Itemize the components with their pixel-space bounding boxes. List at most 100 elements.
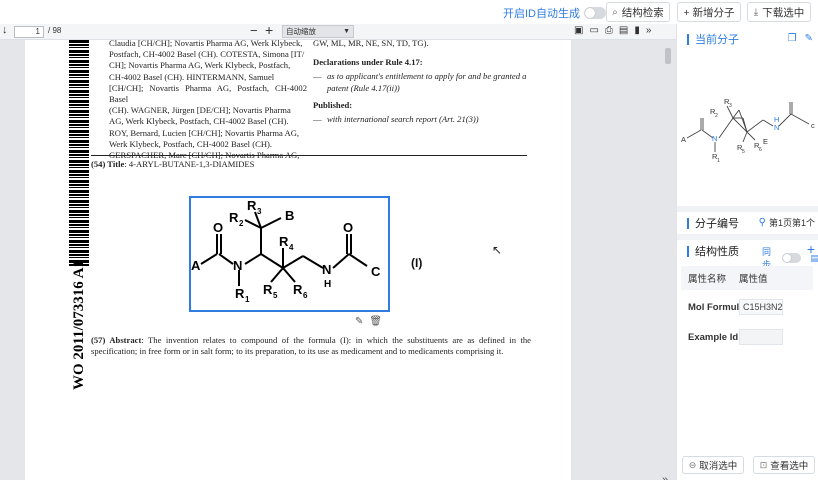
molecule-id-title: 分子编号 (695, 218, 739, 230)
view-selection-button[interactable]: ⊡ 查看选中 (753, 456, 815, 474)
structure-actions: ✎ 🗑 (355, 316, 382, 327)
document-scrollbar[interactable] (665, 48, 671, 64)
declarations-heading: Declarations under Rule 4.17: (313, 57, 423, 68)
atom-r4-sub: 4 (289, 243, 294, 252)
right-column: GW, ML, MR, NE, SN, TD, TG). Declaration… (313, 40, 533, 125)
mini-atom-n2: N (774, 123, 779, 132)
abstract-text: : The invention relates to compound of t… (91, 335, 531, 356)
mouse-cursor-icon: ↖ (492, 243, 503, 257)
atom-r4: R (279, 234, 289, 249)
zoom-value: 自动缩放 (286, 27, 316, 36)
mini-atom-r3-sub: 3 (729, 103, 732, 109)
prop-name-header: 属性名称 (688, 274, 727, 285)
add-molecule-button[interactable]: + 新增分子 (677, 2, 741, 22)
property-table-header: 属性名称 属性值 (681, 266, 813, 290)
download-icon: ⤓ (753, 6, 759, 18)
applicant-line: Postfach, CH-4002 Basel (CH). COTESTA, S… (109, 49, 305, 60)
edit-icon[interactable]: ✎ (805, 33, 813, 44)
property-value-field[interactable] (739, 329, 783, 345)
auto-id-switch[interactable] (584, 7, 606, 19)
zoom-in-button[interactable]: + (265, 22, 273, 38)
mini-atom-r2-sub: 2 (715, 113, 718, 119)
property-name: Mol Formula (688, 301, 739, 313)
atom-o2: O (343, 220, 353, 235)
pdf-tools: ▣ ▭ ⎙ ▤ ▮ » (574, 25, 651, 36)
zoom-select[interactable]: 自动缩放 ▼ (282, 25, 354, 38)
pdf-page-1: WO 2011/073316 A1 Claudia [CH/CH]; Novar… (25, 40, 571, 479)
applicant-line: CH-4002 Basel (CH). HINTERMANN, Samuel (109, 71, 275, 82)
add-molecule-label: + 新增分子 (683, 6, 735, 19)
applicant-line: CH]; Novartis Pharma AG, Werk Klybeck, P… (109, 60, 291, 71)
atom-r3-sub: 3 (257, 207, 262, 216)
page-number-input[interactable]: 1 (14, 26, 44, 38)
more-tools-icon[interactable]: » (646, 25, 652, 36)
print-icon[interactable]: ⎙ (605, 25, 613, 36)
expand-panel-icon[interactable]: » (662, 474, 668, 480)
search-icon: ⌕ (612, 6, 618, 18)
declarations-text: as to applicant's entitlement to apply f… (327, 71, 527, 93)
published-heading: Published: (313, 99, 353, 110)
atom-r1-sub: 1 (245, 295, 250, 304)
open-file-icon[interactable]: ▭ (589, 25, 598, 36)
molecule-actions: ❐ ✎ (788, 33, 813, 44)
pdf-toolbar: ↓ 1 / 98 − + 自动缩放 ▼ ▣ ▭ ⎙ ▤ ▮ » (0, 22, 676, 40)
add-property-button[interactable]: + (807, 241, 815, 257)
mini-atom-c: c (811, 121, 815, 130)
page-total: / 98 (48, 26, 62, 35)
delete-icon[interactable]: 🗑 (369, 316, 382, 327)
save-icon[interactable]: ▤ (619, 25, 628, 36)
document-viewer[interactable]: WO 2011/073316 A1 Claudia [CH/CH]; Novar… (0, 40, 676, 480)
pdf-page-2 (25, 442, 571, 480)
molecule-location: ⚲ 第1页第1个 (759, 216, 815, 229)
right-panel: 当前分子 ❐ ✎ A N R 1 R 2 R 3 R 5 R 6 E H N c… (676, 24, 818, 480)
property-value-field[interactable]: C15H3N2C (739, 299, 783, 315)
published-text: with international search report (Art. 2… (327, 114, 479, 125)
download-selected-button[interactable]: ⤓ 下载选中 (747, 2, 811, 22)
atom-h: H (324, 279, 331, 290)
auto-id-toggle[interactable]: 开启ID自动生成 (503, 5, 606, 21)
auto-id-label: 开启ID自动生成 (503, 8, 580, 20)
atom-r1: R (235, 286, 245, 301)
property-row: Mol Formula C15H3N2C (681, 294, 813, 320)
view-icon: ⊡ (759, 459, 768, 470)
chemical-structure: A O N R 1 R 2 R 3 B R 4 R 5 R 6 N H O C (191, 198, 381, 304)
abstract: (57) Abstract: The invention relates to … (91, 335, 531, 356)
mini-atom-r6-sub: 6 (759, 147, 762, 153)
current-molecule-title: 当前分子 (695, 34, 739, 46)
property-row: Example Id (681, 324, 813, 350)
sync-switch[interactable] (782, 253, 802, 263)
title-text: : 4-ARYL-BUTANE-1,3-DIAMIDES (124, 159, 255, 169)
applicant-line: (CH). WAGNER, Jürgen [DE/CH]; Novartis P… (109, 105, 291, 116)
cancel-selection-label: 取消选中 (699, 461, 738, 472)
cancel-icon: ⊖ (688, 459, 697, 470)
property-name: Example Id (688, 331, 739, 343)
atom-n2: N (322, 262, 331, 277)
structure-props-title: 结构性质 (695, 246, 739, 258)
applicant-line: [CH/CH]; Novartis Pharma AG, Postfach, C… (109, 82, 307, 105)
bookmark-icon[interactable]: ▮ (634, 25, 640, 36)
applicant-line: ROY, Bernard, Lucien [CH/CH]; Novartis P… (109, 127, 300, 138)
structure-search-label: 结构检索 (621, 6, 664, 19)
atom-r2-sub: 2 (239, 219, 244, 228)
zoom-out-button[interactable]: − (250, 23, 258, 38)
atom-r5: R (263, 282, 273, 297)
presentation-icon[interactable]: ▣ (574, 25, 583, 36)
copy-icon[interactable]: ❐ (788, 33, 797, 44)
next-page-icon[interactable]: ↓ (2, 24, 8, 36)
recognized-structure-box[interactable]: A O N R 1 R 2 R 3 B R 4 R 5 R 6 N H O C (189, 196, 390, 312)
top-bar: 开启ID自动生成 ⌕ 结构检索 + 新增分子 ⤓ 下载选中 (0, 0, 818, 24)
chevron-down-icon: ▼ (343, 28, 350, 35)
atom-a: A (191, 258, 201, 273)
edit-icon[interactable]: ✎ (355, 316, 363, 327)
molecule-id-header: 分子编号 ⚲ 第1页第1个 (677, 210, 818, 236)
mini-atom-r1-sub: 1 (717, 158, 720, 164)
atom-b: B (285, 208, 294, 223)
structure-search-button[interactable]: ⌕ 结构检索 (606, 2, 670, 22)
atom-c: C (371, 264, 381, 279)
formula-label: (I) (411, 256, 423, 270)
mini-atom-e: E (763, 137, 768, 146)
atom-r2: R (229, 210, 239, 225)
location-pin-icon: ⚲ (758, 217, 766, 228)
cancel-selection-button[interactable]: ⊖ 取消选中 (682, 456, 744, 474)
patent-title: (54) Title: 4-ARYL-BUTANE-1,3-DIAMIDES (91, 159, 254, 169)
